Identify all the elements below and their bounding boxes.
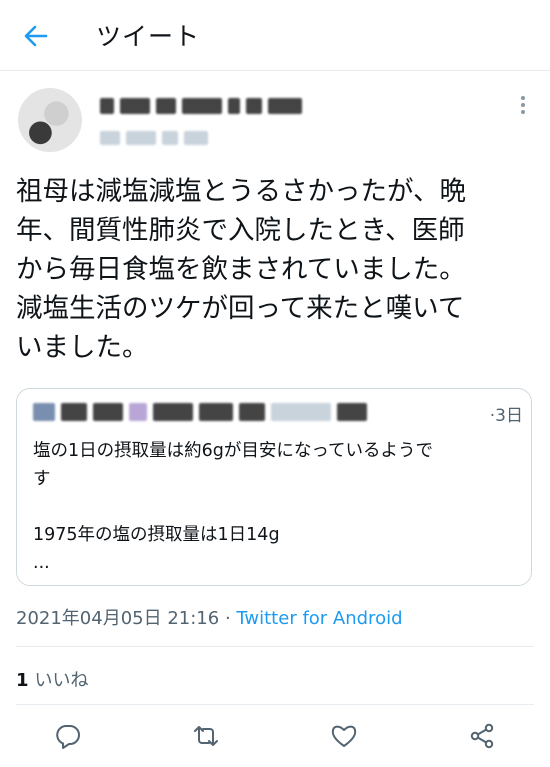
quoted-spacer bbox=[33, 493, 518, 521]
top-bar: ツイート bbox=[0, 0, 550, 71]
divider bbox=[16, 646, 534, 647]
quoted-line-2: す bbox=[33, 469, 51, 489]
quoted-author-redacted bbox=[33, 403, 463, 421]
avatar[interactable] bbox=[18, 88, 82, 152]
tweet-text: 祖母は減塩減塩とうるさかったが、晩 年、間質性肺炎で入院したとき、医師 から毎日… bbox=[16, 176, 466, 363]
divider bbox=[16, 704, 534, 705]
quoted-tweet-header: ·3日 bbox=[33, 401, 523, 426]
timestamp[interactable]: 2021年04月05日 21:16 bbox=[16, 608, 219, 629]
author-handle-redacted bbox=[100, 130, 220, 145]
arrow-left-icon[interactable] bbox=[20, 20, 52, 52]
page-title: ツイート bbox=[96, 22, 201, 51]
meta-separator: · bbox=[219, 608, 237, 629]
quoted-line-3: 1975年の塩の摂取量は1日14g bbox=[33, 525, 280, 545]
more-vertical-icon[interactable] bbox=[520, 96, 526, 118]
likes-label: いいね bbox=[34, 670, 89, 691]
quoted-line-4: ... bbox=[33, 553, 50, 573]
tweet-meta: 2021年04月05日 21:16 · Twitter for Android bbox=[16, 604, 403, 630]
share-icon[interactable] bbox=[468, 722, 496, 750]
reply-icon[interactable] bbox=[54, 722, 82, 750]
time-value: 3日 bbox=[495, 406, 523, 426]
quoted-line-1: 塩の1日の摂取量は約6gが目安になっているようで bbox=[33, 441, 433, 461]
action-bar bbox=[0, 718, 550, 758]
author-name-redacted[interactable] bbox=[100, 98, 310, 114]
source-link[interactable]: Twitter for Android bbox=[236, 608, 402, 629]
quoted-tweet-time: ·3日 bbox=[490, 401, 523, 426]
retweet-icon[interactable] bbox=[192, 722, 220, 750]
likes-count[interactable]: 1 いいね bbox=[16, 666, 89, 692]
quoted-tweet[interactable]: ·3日 塩の1日の摂取量は約6gが目安になっているようで す 1975年の塩の摂… bbox=[16, 388, 532, 586]
likes-number: 1 bbox=[16, 670, 29, 691]
quoted-tweet-body: 塩の1日の摂取量は約6gが目安になっているようで す 1975年の塩の摂取量は1… bbox=[33, 437, 518, 577]
heart-icon[interactable] bbox=[330, 722, 358, 750]
